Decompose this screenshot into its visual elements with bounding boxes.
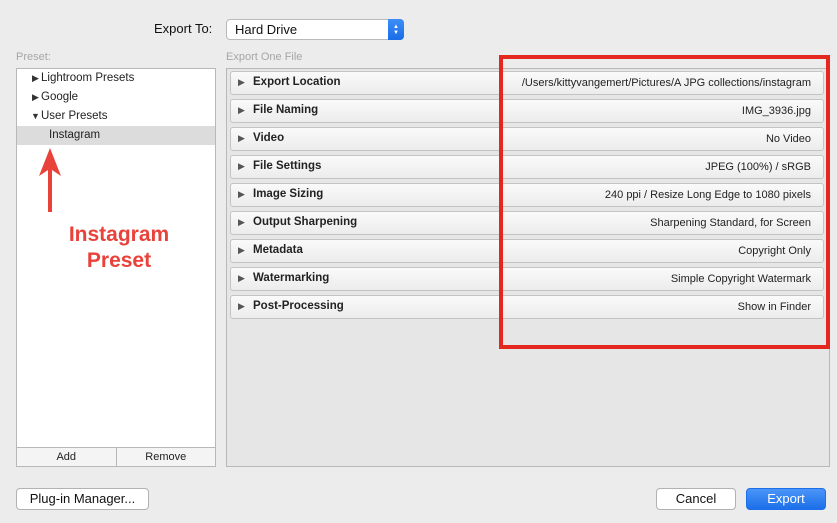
triangle-right-icon[interactable]: ▶ — [238, 189, 245, 200]
plugin-manager-button[interactable]: Plug-in Manager... — [16, 488, 149, 510]
triangle-right-icon[interactable]: ▶ — [238, 273, 245, 284]
export-one-file-label: Export One File — [226, 51, 303, 63]
annotation-highlight-box — [499, 55, 830, 349]
export-button[interactable]: Export — [746, 488, 826, 510]
triangle-right-icon[interactable]: ▶ — [238, 161, 245, 172]
triangle-right-icon[interactable]: ▶ — [32, 69, 39, 88]
section-title: Export Location — [253, 76, 341, 88]
preset-folder-user-presets[interactable]: ▼ User Presets — [17, 107, 215, 126]
add-preset-button[interactable]: Add — [17, 448, 116, 466]
preset-folder-google[interactable]: ▶ Google — [17, 88, 215, 107]
preset-folder-label: User Presets — [41, 110, 108, 122]
section-title: Post-Processing — [253, 300, 344, 312]
triangle-right-icon[interactable]: ▶ — [32, 88, 39, 107]
triangle-right-icon[interactable]: ▶ — [238, 105, 245, 116]
export-to-label: Export To: — [154, 21, 213, 36]
triangle-right-icon[interactable]: ▶ — [238, 245, 245, 256]
section-title: Image Sizing — [253, 188, 324, 200]
select-stepper-icon: ▲ ▼ — [388, 19, 404, 40]
triangle-right-icon[interactable]: ▶ — [238, 301, 245, 312]
preset-item-label: Instagram — [49, 129, 101, 141]
annotation-text: Instagram Preset — [30, 222, 208, 274]
annotation-arrow-up-icon — [39, 148, 61, 212]
export-destination-value: Hard Drive — [235, 22, 298, 37]
remove-preset-button[interactable]: Remove — [115, 448, 216, 466]
section-title: File Naming — [253, 104, 319, 116]
section-title: Video — [253, 132, 285, 144]
section-title: Watermarking — [253, 272, 330, 284]
preset-label: Preset: — [16, 51, 51, 63]
triangle-right-icon[interactable]: ▶ — [238, 217, 245, 228]
preset-folder-label: Lightroom Presets — [41, 72, 135, 84]
preset-item-instagram[interactable]: Instagram — [17, 126, 215, 145]
cancel-button[interactable]: Cancel — [656, 488, 736, 510]
export-destination-select[interactable]: Hard Drive ▲ ▼ — [226, 19, 404, 40]
annotation-line-2: Preset — [86, 249, 152, 272]
preset-footer: Add Remove — [17, 447, 215, 466]
preset-folder-lightroom-presets[interactable]: ▶ Lightroom Presets — [17, 69, 215, 88]
section-title: Output Sharpening — [253, 216, 358, 228]
section-title: Metadata — [253, 244, 303, 256]
section-title: File Settings — [253, 160, 322, 172]
annotation-line-1: Instagram — [68, 223, 170, 246]
preset-folder-label: Google — [41, 91, 79, 103]
triangle-right-icon[interactable]: ▶ — [238, 133, 245, 144]
triangle-down-icon[interactable]: ▼ — [31, 107, 40, 126]
triangle-right-icon[interactable]: ▶ — [238, 77, 245, 88]
